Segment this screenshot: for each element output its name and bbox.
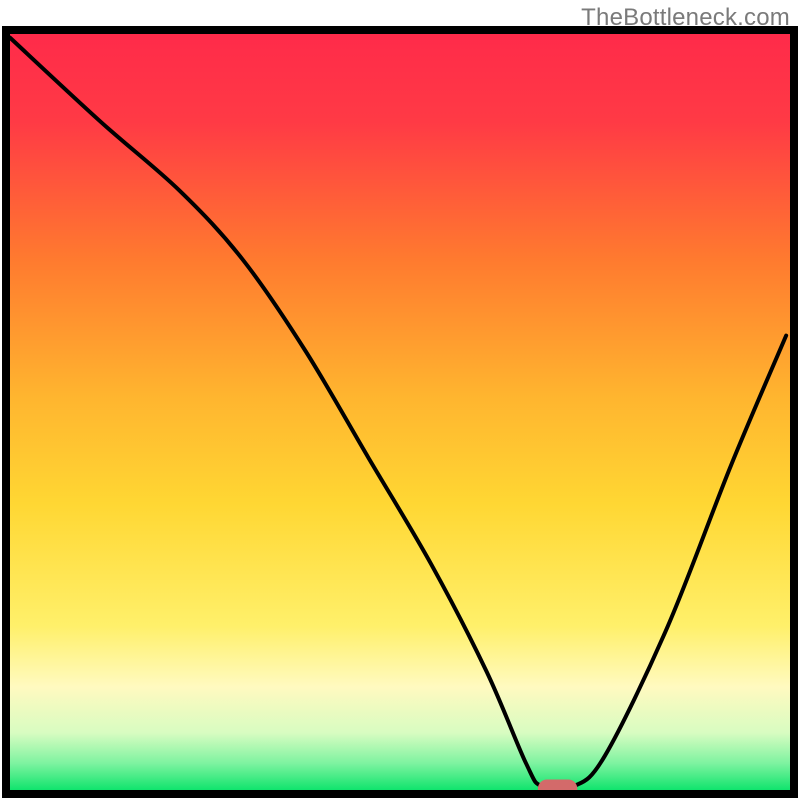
bottleneck-chart — [0, 0, 800, 800]
chart-container: TheBottleneck.com — [0, 0, 800, 800]
